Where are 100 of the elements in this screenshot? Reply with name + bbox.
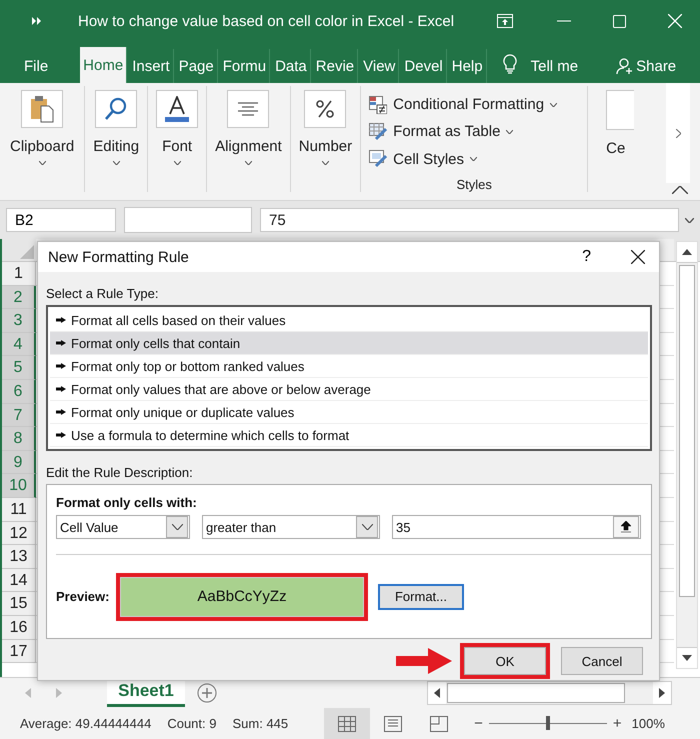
caret-icon (506, 130, 514, 134)
row-header[interactable]: 7 (2, 404, 36, 428)
font-color-icon (165, 96, 190, 122)
share-button[interactable]: Share (610, 49, 682, 83)
vertical-scrollbar[interactable] (676, 241, 698, 669)
quick-access-icon[interactable] (32, 17, 42, 25)
ribbon-group-button[interactable] (304, 90, 346, 128)
chevron-down-icon (172, 524, 182, 530)
row-header[interactable]: 15 (2, 592, 36, 616)
styles-menu-button[interactable]: Conditional Formatting (369, 91, 580, 118)
scroll-left-icon (434, 688, 440, 698)
zoom-in-button[interactable]: + (612, 715, 622, 732)
ribbon-display-icon[interactable] (497, 14, 513, 28)
group-label: Alignment (215, 138, 282, 155)
lightbulb-icon (502, 54, 517, 74)
pointer-arrow-icon (56, 340, 66, 346)
caret-icon[interactable] (322, 161, 329, 165)
group-label: Styles (456, 176, 492, 192)
caret-icon[interactable] (244, 161, 252, 165)
section-label: Select a Rule Type: (46, 286, 160, 301)
grid-icon (338, 716, 356, 732)
styles-menu-button[interactable]: Format as Table (369, 118, 580, 146)
scroll-down-icon (682, 655, 692, 661)
ribbon-tab[interactable]: File (14, 49, 58, 83)
status-sum: Sum: 445 (232, 716, 288, 731)
chevron-right-icon (676, 128, 680, 138)
group-label: Ce (606, 140, 626, 157)
conditional-formatting-icon (369, 96, 388, 114)
chevron-down-icon (362, 524, 372, 530)
row-header[interactable]: 5 (2, 356, 36, 380)
zoom-slider[interactable]: − + (474, 715, 622, 732)
tell-me-search[interactable]: Tell me (524, 49, 584, 83)
ribbon-tab[interactable]: Home (80, 47, 128, 83)
row-header[interactable]: 3 (2, 309, 36, 333)
rule-type-item[interactable]: Format only cells that contain (50, 332, 648, 355)
group-label: Clipboard (10, 138, 74, 155)
group-label: Number (298, 138, 352, 155)
collapse-ribbon-icon[interactable] (672, 186, 688, 194)
search-icon (104, 96, 128, 122)
row-header[interactable]: 8 (2, 427, 36, 451)
scroll-up-icon (682, 249, 692, 255)
caret-icon[interactable] (174, 161, 181, 165)
condition-dropdown[interactable]: Cell Value (56, 515, 190, 539)
close-icon[interactable] (631, 250, 645, 264)
maximize-icon[interactable] (613, 14, 626, 28)
add-sheet-icon[interactable] (197, 683, 217, 703)
horizontal-scrollbar[interactable] (427, 681, 672, 705)
styles-menu-button[interactable]: Cell Styles (369, 146, 580, 173)
caret-icon[interactable] (112, 161, 120, 165)
section-label: Edit the Rule Description: (46, 465, 194, 480)
value-field[interactable]: 35 (392, 515, 641, 539)
row-header[interactable]: 11 (2, 498, 36, 522)
page-icon (384, 716, 402, 732)
dialog-title: New Formatting Rule (48, 248, 190, 266)
ribbon-group-button[interactable] (156, 90, 198, 128)
format-button[interactable]: Format... (378, 584, 464, 610)
row-header[interactable]: 6 (2, 380, 36, 404)
table-brush-icon (369, 122, 388, 141)
person-add-icon (616, 57, 634, 75)
caret-icon[interactable] (38, 161, 46, 165)
collapse-dialog-icon (621, 521, 631, 533)
row-header[interactable]: 2 (2, 286, 36, 310)
dialog-button[interactable]: OK (464, 647, 546, 675)
dialog-button[interactable]: Cancel (561, 647, 643, 675)
zoom-out-button[interactable]: − (474, 715, 483, 732)
row-header[interactable]: 12 (2, 522, 36, 546)
operator-dropdown[interactable]: greater than (202, 515, 380, 539)
window-title: How to change value based on cell color in Excel - Excel (78, 12, 456, 30)
preview-label: Preview: (56, 589, 110, 604)
help-button[interactable]: ? (582, 248, 591, 266)
pointer-arrow-icon (56, 317, 66, 323)
caret-icon (470, 157, 478, 162)
status-average: Average: 49.44444444 (20, 716, 152, 731)
row-header[interactable]: 4 (2, 332, 36, 356)
expand-icon[interactable] (685, 218, 694, 222)
pointer-arrow-icon (56, 386, 66, 392)
zoom-thumb[interactable] (546, 716, 550, 730)
formula-field[interactable]: 75 (260, 208, 679, 232)
pointer-arrow-icon (56, 363, 66, 369)
status-count: Count: 9 (167, 716, 216, 731)
minimize-icon[interactable] (557, 20, 571, 22)
row-header[interactable]: 10 (2, 474, 36, 498)
group-label: Font (162, 138, 192, 155)
clipboard-icon (30, 95, 54, 123)
ribbon-group-button[interactable] (227, 90, 270, 128)
normal-view-button[interactable] (324, 708, 370, 739)
row-header[interactable]: 1 (2, 262, 36, 286)
row-header[interactable]: 9 (2, 450, 36, 474)
page-break-icon (430, 716, 448, 732)
row-header[interactable]: 17 (2, 640, 36, 664)
row-header[interactable]: 13 (2, 545, 36, 569)
zoom-level[interactable]: 100% (632, 716, 665, 731)
ribbon-group-button[interactable] (21, 90, 64, 128)
format-preview: AaBbCcYyZz (120, 576, 364, 616)
pointer-arrow-icon (56, 432, 66, 438)
condition-heading: Format only cells with: (56, 495, 198, 510)
ribbon-group-button[interactable] (95, 90, 138, 128)
row-header[interactable]: 16 (2, 616, 36, 640)
row-header[interactable]: 14 (2, 568, 36, 592)
name-box[interactable]: B2 (6, 208, 116, 232)
